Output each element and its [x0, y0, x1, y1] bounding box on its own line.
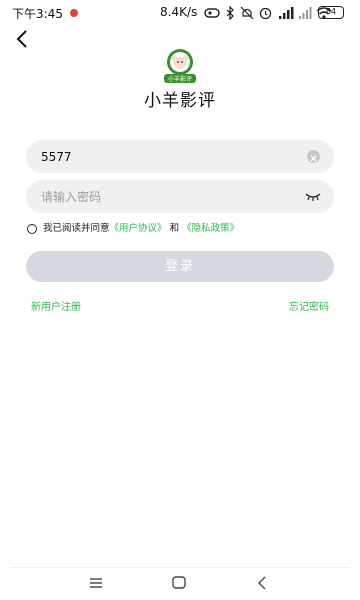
nav-back-icon[interactable]: [257, 576, 267, 590]
login-button[interactable]: 登录: [26, 251, 334, 282]
app-title: 小羊影评: [144, 91, 216, 111]
notification-dot-icon: [70, 9, 78, 17]
menu-icon[interactable]: [89, 577, 103, 589]
clear-input-icon[interactable]: [307, 150, 320, 163]
eye-closed-icon[interactable]: [305, 190, 321, 202]
nav-divider: [10, 567, 350, 568]
agreement-conjunction: 和: [169, 223, 180, 234]
signal2-icon: [299, 7, 312, 19]
register-link[interactable]: 新用户注册: [31, 298, 81, 313]
status-bar: 下午3:45 8.4K/s 84: [0, 0, 360, 26]
app-logo: 小羊影评: [164, 49, 196, 83]
home-icon[interactable]: [172, 576, 186, 589]
user-agreement-link[interactable]: 《用户协议》: [110, 223, 167, 234]
signal-icon: [279, 7, 294, 19]
battery-icon: 84: [318, 6, 344, 19]
agreement-text: 我已阅读并同意《用户协议》 和 《隐私政策》: [43, 222, 239, 236]
status-time: 下午3:45: [12, 7, 63, 21]
account-input[interactable]: [41, 140, 291, 173]
logo-text: 小羊影评: [168, 75, 192, 83]
password-field[interactable]: [26, 180, 334, 213]
forgot-password-link[interactable]: 忘记密码: [289, 298, 329, 313]
password-input[interactable]: [41, 180, 291, 213]
back-arrow-icon[interactable]: [12, 28, 34, 50]
mute-icon: [240, 6, 254, 20]
agreement-row: 我已阅读并同意《用户协议》 和 《隐私政策》: [27, 222, 337, 238]
bluetooth-icon: [226, 6, 234, 20]
hd-icon: [204, 8, 220, 18]
alarm-icon: [259, 7, 272, 20]
account-field[interactable]: [26, 140, 334, 173]
agreement-radio[interactable]: [27, 224, 37, 234]
privacy-policy-link[interactable]: 《隐私政策》: [182, 223, 239, 234]
agreement-prefix: 我已阅读并同意: [43, 223, 110, 234]
